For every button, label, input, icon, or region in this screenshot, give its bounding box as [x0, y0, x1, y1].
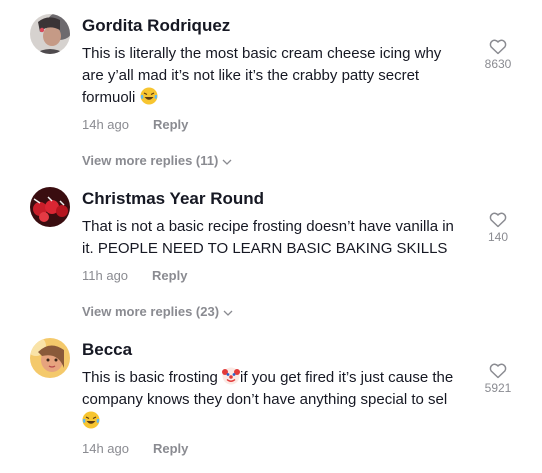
- comment-meta: 11h ago Reply: [82, 268, 187, 283]
- like-button[interactable]: 5921: [476, 363, 520, 395]
- comment-text-content: This is literally the most basic cream c…: [82, 45, 442, 106]
- comment-text: That is not a basic recipe frosting does…: [82, 216, 467, 260]
- heart-outline-icon: [489, 39, 507, 55]
- reply-button[interactable]: Reply: [152, 268, 187, 283]
- view-more-label: View more replies (23): [82, 304, 220, 319]
- comment-author[interactable]: Christmas Year Round: [82, 189, 264, 209]
- chevron-down-icon: [223, 310, 233, 316]
- reply-button[interactable]: Reply: [153, 441, 188, 456]
- avatar[interactable]: [30, 338, 70, 378]
- comment-text-content: That is not a basic recipe frosting does…: [82, 218, 454, 257]
- heart-outline-icon: [489, 363, 507, 379]
- like-count: 5921: [484, 381, 512, 395]
- comment-text: This is basic frosting if you get fired …: [82, 367, 467, 433]
- comment-time: 11h ago: [82, 268, 129, 283]
- like-button[interactable]: 140: [476, 212, 520, 244]
- heart-outline-icon: [489, 212, 507, 228]
- view-more-replies-button[interactable]: View more replies (11): [82, 153, 232, 168]
- avatar[interactable]: [30, 14, 70, 54]
- reply-button[interactable]: Reply: [153, 117, 188, 132]
- like-count: 8630: [484, 57, 512, 71]
- laughing-tears-emoji-icon: [82, 411, 100, 429]
- comment-text: This is literally the most basic cream c…: [82, 43, 467, 109]
- comment-author[interactable]: Becca: [82, 340, 132, 360]
- clown-face-icon: [222, 367, 241, 385]
- comment-meta: 14h ago Reply: [82, 441, 188, 456]
- chevron-down-icon: [222, 159, 232, 165]
- like-count: 140: [487, 230, 509, 244]
- laughing-tears-emoji-icon: [140, 87, 158, 105]
- like-button[interactable]: 8630: [476, 39, 520, 71]
- comment-meta: 14h ago Reply: [82, 117, 188, 132]
- comment-time: 14h ago: [82, 117, 129, 132]
- avatar[interactable]: [30, 187, 70, 227]
- comment-time: 14h ago: [82, 441, 129, 456]
- view-more-label: View more replies (11): [82, 153, 219, 168]
- view-more-replies-button[interactable]: View more replies (23): [82, 304, 233, 319]
- comment-text-content: This is basic frosting: [82, 369, 223, 386]
- comment-author[interactable]: Gordita Rodriquez: [82, 16, 230, 36]
